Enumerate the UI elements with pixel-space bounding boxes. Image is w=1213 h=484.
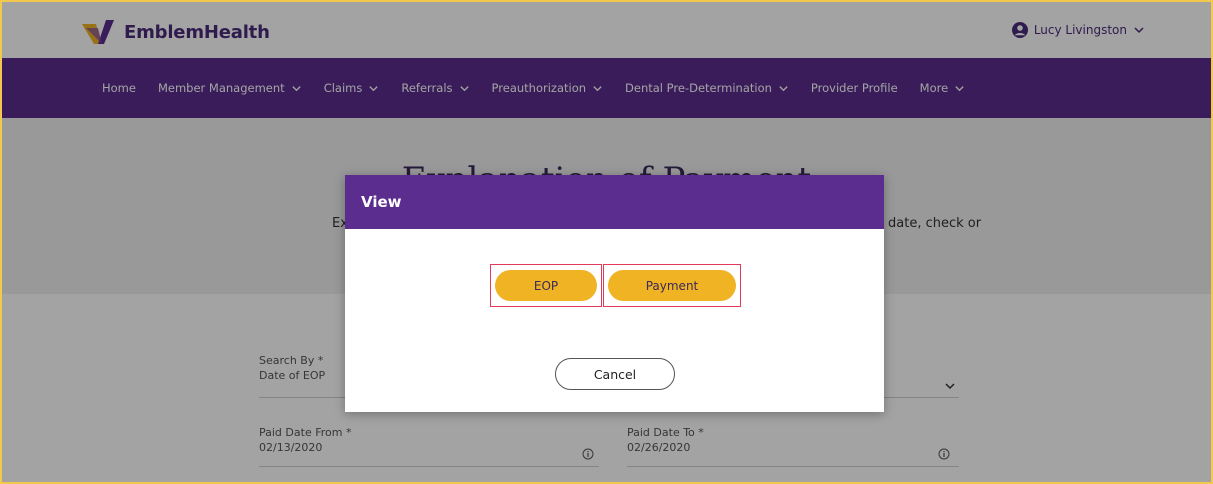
eop-button[interactable]: EOP [495,270,597,301]
app-stage: EmblemHealth Lucy Livingston Home Member… [2,2,1211,482]
payment-option-highlight: Payment [603,264,741,307]
cancel-button[interactable]: Cancel [555,358,675,390]
view-modal: View EOP Payment Cancel [345,175,884,412]
payment-button[interactable]: Payment [608,270,736,301]
modal-header: View [345,175,884,229]
modal-title: View [361,193,402,211]
eop-option-highlight: EOP [490,264,602,307]
